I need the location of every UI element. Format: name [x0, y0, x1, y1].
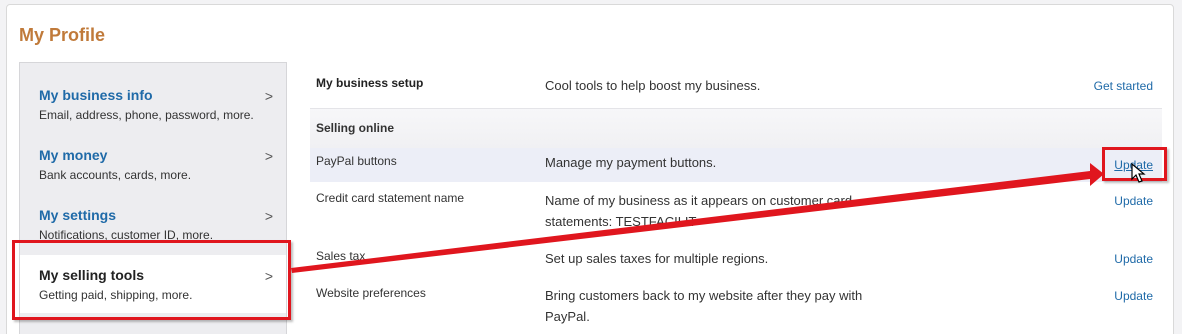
annotation-arrow: [291, 163, 1104, 273]
mouse-cursor-icon: [1131, 163, 1146, 183]
arrow-icon: [291, 163, 1104, 273]
